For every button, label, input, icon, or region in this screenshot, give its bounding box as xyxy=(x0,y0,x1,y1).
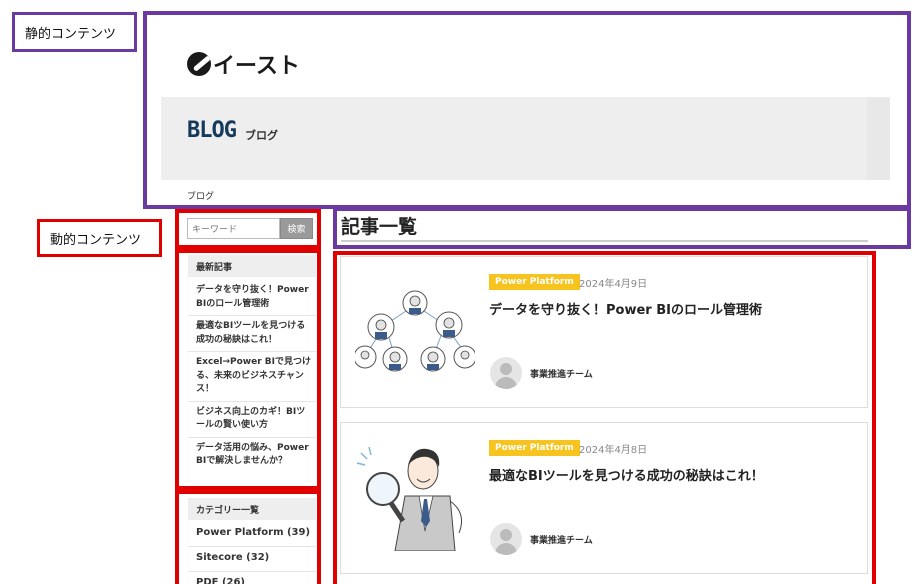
category-frame xyxy=(175,490,321,584)
recent-posts-frame xyxy=(175,249,321,490)
search-frame xyxy=(175,209,321,249)
article-heading-frame xyxy=(333,207,911,249)
dynamic-content-label: 動的コンテンツ xyxy=(37,219,162,257)
static-content-label: 静的コンテンツ xyxy=(12,12,137,52)
articles-frame xyxy=(333,251,876,584)
static-content-frame xyxy=(143,11,911,209)
static-content-label-text: 静的コンテンツ xyxy=(25,26,117,42)
dynamic-content-label-text: 動的コンテンツ xyxy=(50,232,142,248)
